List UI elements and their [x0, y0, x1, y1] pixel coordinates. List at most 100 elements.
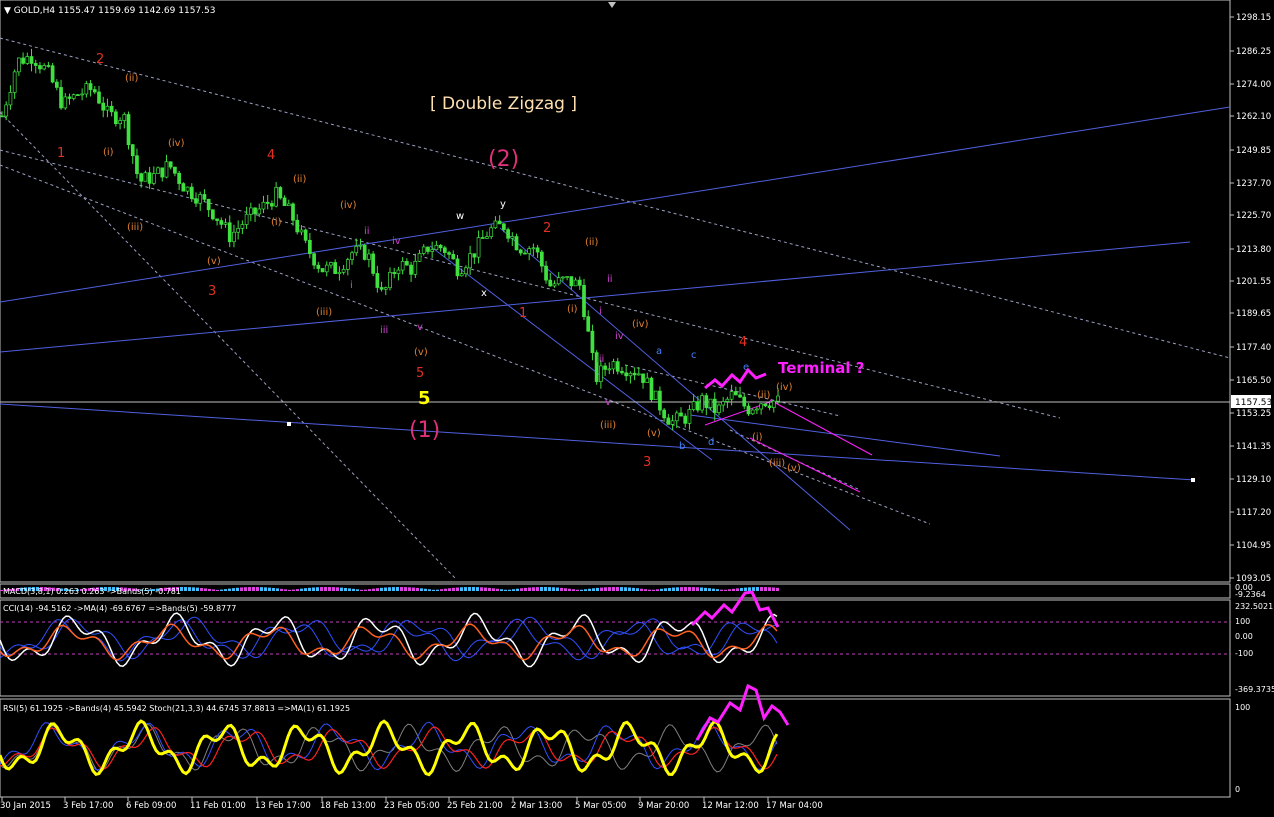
candle-body	[215, 218, 219, 221]
wave-label: (ii)	[757, 390, 770, 401]
macd-bar	[472, 587, 475, 591]
candle-body	[489, 227, 494, 237]
candle-body	[388, 272, 392, 289]
candle-body	[712, 398, 717, 413]
macd-bar	[396, 587, 399, 591]
shift-marker-icon[interactable]	[608, 2, 616, 8]
macd-bar	[216, 589, 219, 591]
candle-body	[50, 65, 55, 83]
candle-body	[767, 405, 772, 408]
price-tick-label: 1177.40	[1236, 343, 1271, 353]
candle-body	[451, 254, 456, 260]
wave-label: (v)	[414, 347, 428, 358]
macd-bar	[512, 589, 515, 591]
macd-bar	[324, 587, 327, 591]
candle-body	[573, 279, 578, 287]
wave-label: (iv)	[168, 138, 185, 149]
wave-label: ii	[364, 226, 370, 237]
candle-body	[400, 261, 405, 271]
macd-bar	[628, 587, 631, 591]
price-tick-label: 1129.10	[1236, 475, 1271, 485]
macd-bar	[300, 588, 303, 591]
macd-bar	[684, 587, 687, 591]
wave-label: iv	[392, 236, 401, 247]
candle-body	[548, 279, 553, 287]
macd-bar	[376, 588, 379, 591]
candle-body	[367, 253, 371, 260]
macd-bar	[720, 589, 723, 591]
candle-body	[599, 365, 603, 382]
candle-body	[33, 63, 38, 66]
macd-bar	[776, 587, 779, 591]
wave-label: (i)	[103, 147, 114, 158]
price-tick-label: 1286.25	[1236, 47, 1271, 57]
macd-bar	[524, 587, 527, 591]
candle-body	[92, 89, 97, 93]
candle-body	[130, 144, 135, 157]
candle-body	[286, 203, 291, 207]
candle-body	[316, 264, 321, 269]
macd-bar	[540, 587, 543, 591]
macd-bar	[384, 587, 387, 591]
candle-body	[379, 287, 384, 290]
macd-bar	[612, 587, 615, 591]
macd-bar	[656, 589, 659, 591]
macd-bar	[244, 587, 247, 591]
candle-body	[173, 166, 177, 174]
candle-body	[278, 187, 283, 199]
candle-body	[80, 93, 84, 96]
macd-bar	[648, 589, 651, 591]
candle-body	[645, 377, 650, 383]
macd-bar	[488, 587, 491, 591]
macd-bar	[680, 587, 683, 591]
wave-label: 1	[57, 146, 65, 161]
candle-body	[358, 244, 363, 247]
time-tick-label: 17 Mar 04:00	[766, 801, 823, 811]
macd-bar	[692, 587, 695, 591]
price-tick-label: 1189.65	[1236, 309, 1271, 319]
candle-body	[21, 57, 25, 64]
macd-bar	[452, 587, 455, 591]
candle-body	[615, 361, 620, 372]
candle-body	[0, 115, 4, 118]
candle-body	[653, 390, 658, 400]
wave-label: i	[599, 306, 602, 317]
macd-bar	[184, 587, 187, 591]
macd-bar	[652, 589, 655, 591]
candle-body	[156, 167, 160, 174]
wave-label: (i)	[752, 432, 763, 443]
macd-bar	[660, 588, 663, 591]
price-tick-label: 1298.15	[1236, 13, 1271, 23]
candle-body	[274, 187, 278, 207]
macd-bar	[584, 589, 587, 591]
macd-bar	[340, 587, 343, 591]
main-panel-frame	[0, 0, 1231, 583]
candle-body	[38, 65, 42, 70]
macd-bar	[336, 587, 339, 591]
candle-body	[750, 409, 755, 415]
macd-bar	[564, 588, 567, 591]
cci-tick: 232.5021	[1235, 602, 1273, 611]
wave-label: b	[679, 441, 685, 452]
candle-body	[147, 172, 152, 184]
candle-body	[447, 252, 451, 255]
candle-body	[265, 201, 270, 204]
candle-body	[4, 104, 9, 117]
macd-bar	[484, 587, 487, 591]
candle-body	[561, 276, 565, 279]
macd-bar	[504, 589, 507, 591]
candle-body	[164, 161, 169, 178]
candle-body	[101, 102, 106, 111]
wave-label: x	[481, 288, 487, 299]
candle-body	[299, 229, 304, 233]
wave-label: (ii)	[125, 73, 138, 84]
macd-bar	[356, 589, 359, 591]
candle-body	[763, 403, 768, 407]
wave-label: (ii)	[293, 174, 306, 185]
macd-label: MACD(3,8,1) 0.263 0.263 ->Bands(5) -0.78…	[3, 587, 181, 596]
macd-bar	[588, 588, 591, 591]
macd-bar	[236, 587, 239, 591]
macd-bar	[608, 587, 611, 591]
macd-bar	[424, 588, 427, 591]
macd-bar	[700, 587, 703, 591]
